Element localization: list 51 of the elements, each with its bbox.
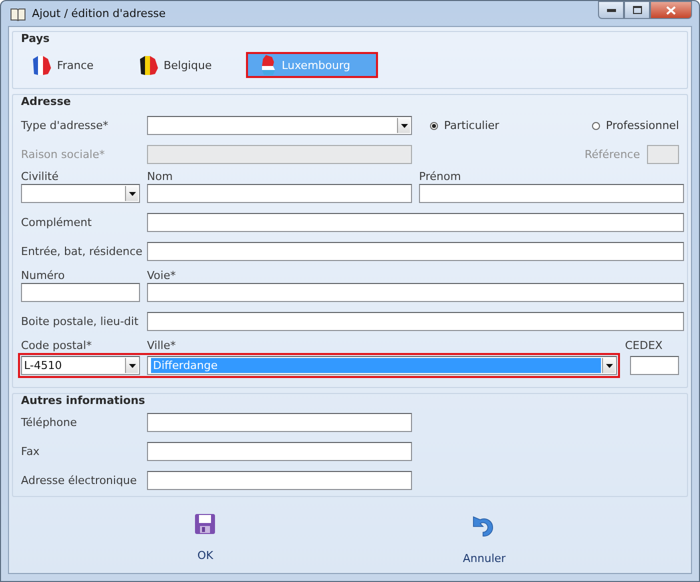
entrance-field[interactable] — [147, 242, 684, 261]
group-title: Adresse — [21, 94, 71, 109]
field-label: Ville* — [147, 339, 177, 352]
group-title: Autres informations — [21, 393, 146, 408]
field-label: Prénom — [419, 170, 462, 183]
cedex-field[interactable] — [630, 356, 679, 375]
flag-map-icon — [260, 54, 278, 76]
field-label: Raison sociale* — [21, 148, 106, 161]
field-label: Complément — [21, 216, 93, 229]
field-label: Fax — [21, 445, 41, 458]
country-tab[interactable]: Belgique — [128, 52, 224, 78]
address-type-dropdown[interactable] — [147, 116, 412, 135]
text-field[interactable] — [147, 471, 412, 490]
radio-option[interactable]: Professionnel — [592, 119, 679, 132]
minimize-button[interactable] — [598, 1, 624, 19]
text-field[interactable] — [147, 413, 412, 432]
field-label: Civilité — [21, 170, 60, 183]
field-label: Nom — [147, 170, 174, 183]
close-button[interactable] — [650, 1, 692, 19]
maximize-icon — [632, 6, 642, 14]
minimize-icon — [606, 8, 616, 12]
field-label: Adresse électronique — [21, 474, 138, 487]
last-name-field[interactable] — [147, 184, 412, 203]
group-title: Pays — [21, 31, 50, 46]
first-name-field[interactable] — [419, 184, 684, 203]
street-field[interactable] — [147, 283, 684, 302]
field-label: CEDEX — [625, 339, 663, 352]
window-title: Ajout / édition d'adresse — [32, 7, 167, 20]
complement-field[interactable] — [147, 213, 684, 232]
book-icon — [10, 6, 26, 20]
flag-map-icon — [31, 55, 53, 75]
radio-option[interactable]: Particulier — [430, 119, 500, 132]
maximize-button[interactable] — [624, 1, 650, 19]
field-label: Type d'adresse* — [21, 119, 110, 132]
civility-dropdown[interactable] — [21, 184, 140, 203]
field-label: Code postal* — [21, 339, 93, 352]
flag-map-icon — [138, 55, 160, 75]
close-icon — [666, 6, 676, 14]
postal-code-dropdown[interactable]: L-4510 — [21, 356, 140, 375]
field-label: Boite postale, lieu-dit — [21, 315, 140, 328]
dialog-button[interactable]: Annuler — [452, 503, 516, 565]
country-tab[interactable]: France — [21, 52, 106, 78]
field-label: Numéro — [21, 269, 66, 282]
dialog-button[interactable]: OK — [184, 503, 226, 565]
field-label: Entrée, bat, résidence — [21, 245, 140, 258]
number-field[interactable] — [21, 283, 140, 302]
field-label: Voie* — [147, 269, 177, 282]
po-box-field[interactable] — [147, 312, 684, 331]
field-label: Référence — [584, 148, 640, 161]
text-field[interactable] — [147, 442, 412, 461]
field-label: Téléphone — [21, 416, 78, 429]
